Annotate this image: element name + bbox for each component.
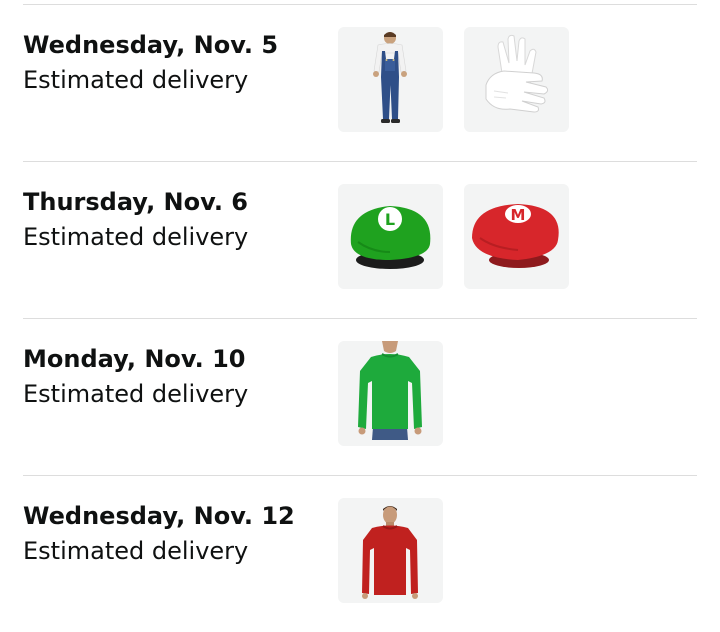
delivery-group: Monday, Nov. 10 Estimated delivery bbox=[23, 318, 697, 475]
overalls-icon bbox=[373, 32, 407, 123]
item-thumbnail-gloves[interactable] bbox=[464, 27, 569, 132]
white-gloves-icon bbox=[485, 34, 549, 113]
delivery-group: Wednesday, Nov. 12 Estimated delivery bbox=[23, 475, 697, 632]
delivery-date: Monday, Nov. 10 bbox=[23, 345, 246, 373]
item-thumbnail-red-cap[interactable]: M bbox=[464, 184, 569, 289]
green-long-sleeve-shirt-icon bbox=[358, 341, 422, 440]
delivery-group: Wednesday, Nov. 5 Estimated delivery bbox=[23, 4, 697, 161]
item-thumbnail-overalls[interactable] bbox=[338, 27, 443, 132]
green-l-cap-icon: L bbox=[350, 206, 431, 269]
item-thumbnails bbox=[338, 341, 443, 446]
item-thumbnail-green-cap[interactable]: L bbox=[338, 184, 443, 289]
delivery-group: Thursday, Nov. 6 Estimated delivery L M bbox=[23, 161, 697, 318]
item-thumbnail-green-shirt[interactable] bbox=[338, 341, 443, 446]
delivery-status: Estimated delivery bbox=[23, 223, 249, 251]
delivery-date: Thursday, Nov. 6 bbox=[23, 188, 248, 216]
red-m-cap-icon: M bbox=[472, 204, 559, 268]
delivery-date: Wednesday, Nov. 5 bbox=[23, 31, 279, 59]
delivery-status: Estimated delivery bbox=[23, 66, 249, 94]
item-thumbnails bbox=[338, 498, 443, 603]
delivery-date: Wednesday, Nov. 12 bbox=[23, 502, 295, 530]
cap-emblem-letter: M bbox=[511, 206, 526, 224]
item-thumbnails bbox=[338, 27, 569, 132]
red-long-sleeve-shirt-icon bbox=[362, 506, 418, 599]
cap-emblem-letter: L bbox=[385, 210, 395, 229]
item-thumbnail-red-shirt[interactable] bbox=[338, 498, 443, 603]
item-thumbnails: L M bbox=[338, 184, 569, 289]
delivery-status: Estimated delivery bbox=[23, 537, 249, 565]
delivery-status: Estimated delivery bbox=[23, 380, 249, 408]
delivery-list: Wednesday, Nov. 5 Estimated delivery Thu… bbox=[23, 4, 697, 632]
